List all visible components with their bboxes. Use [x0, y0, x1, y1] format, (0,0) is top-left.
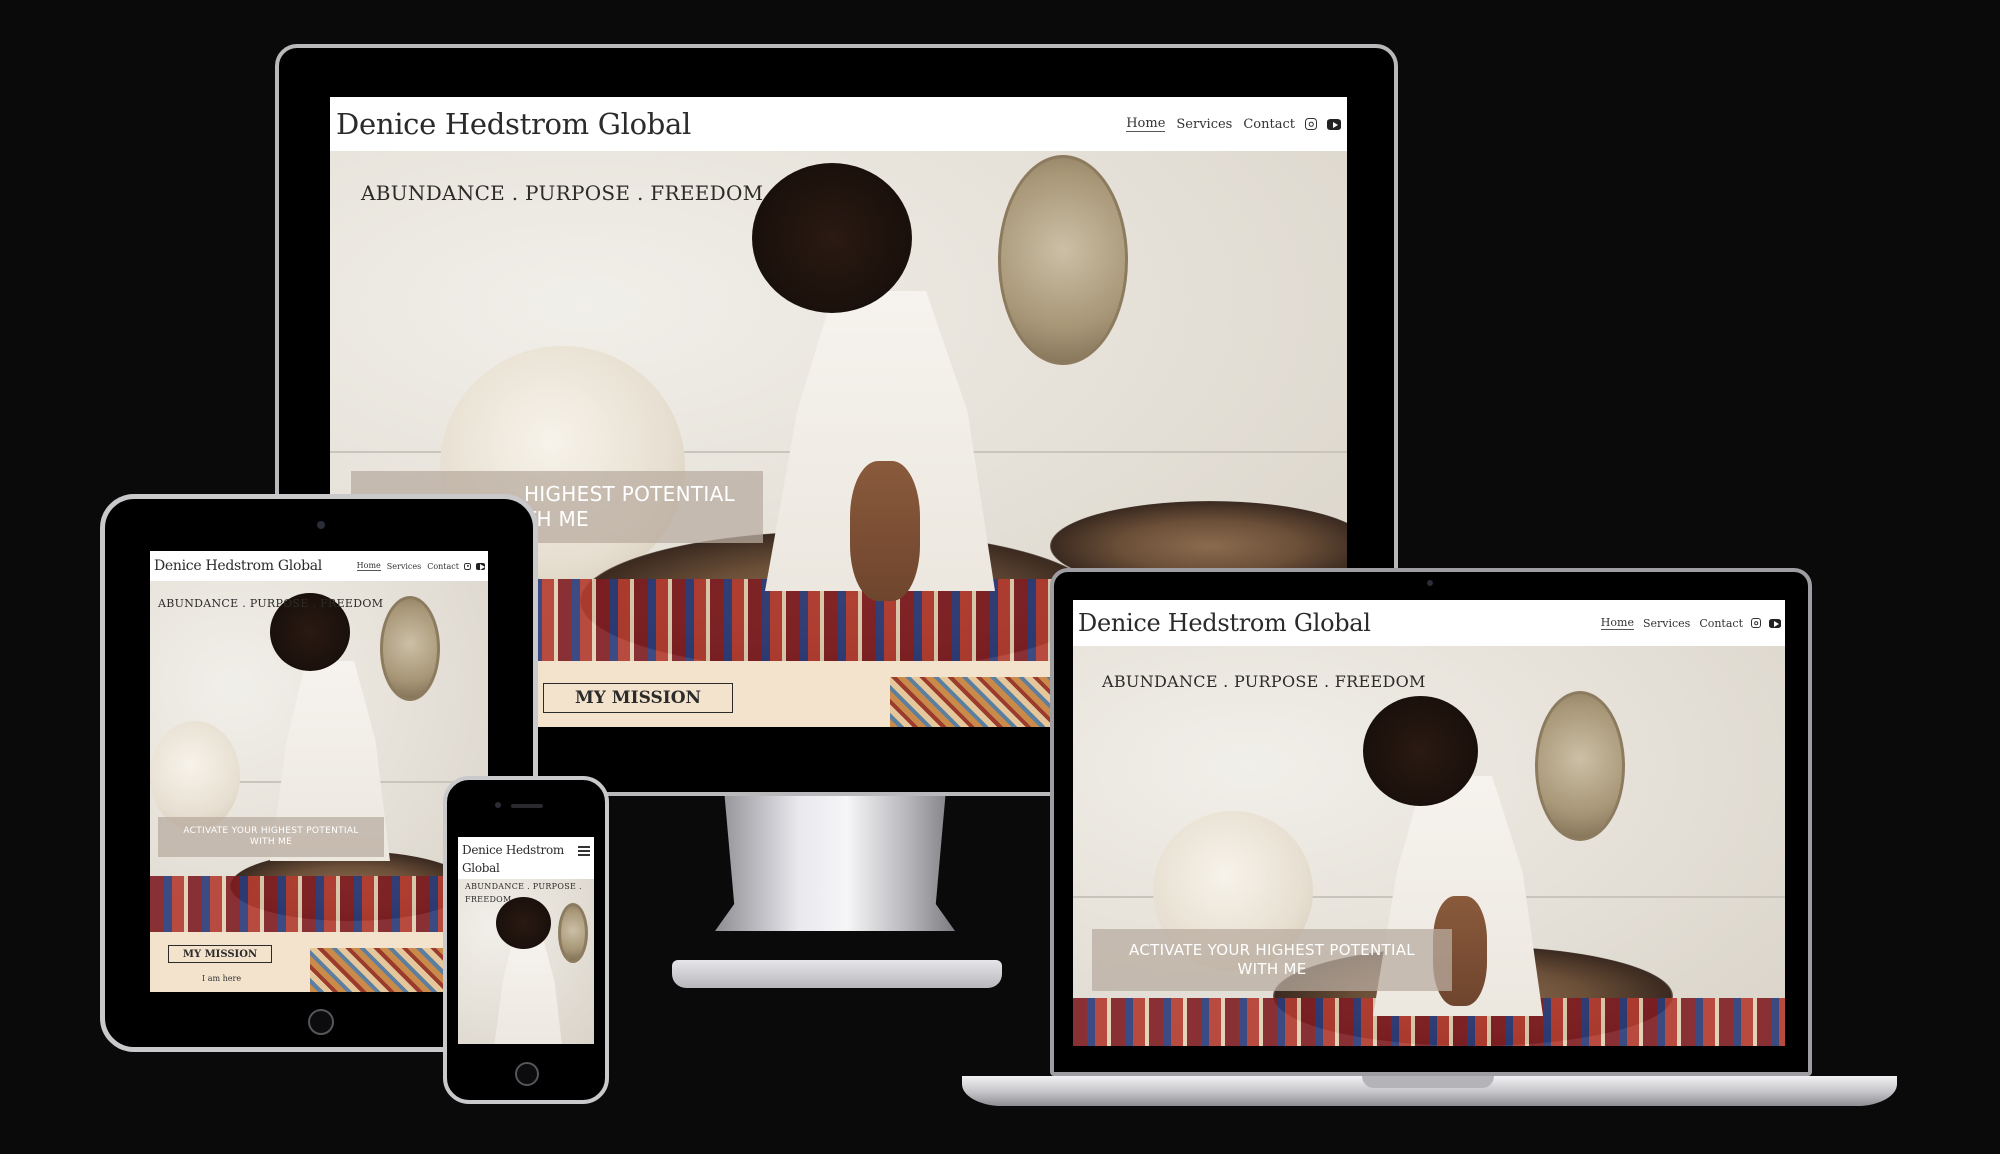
person-leg-image [850, 461, 920, 601]
phone-home-button[interactable] [515, 1062, 539, 1086]
main-nav: Home Services Contact [1600, 616, 1781, 630]
person-hair-image [752, 163, 912, 313]
nav-services[interactable]: Services [387, 562, 421, 571]
person-hair-image [1363, 696, 1478, 806]
site-logo-line2: Global [462, 861, 500, 875]
site-logo[interactable]: Denice Hedstrom Global [336, 107, 691, 141]
frame-drum-image [1535, 691, 1625, 841]
site-header: Denice Hedstrom Global Home Services Con… [150, 551, 488, 581]
nav-home[interactable]: Home [356, 561, 381, 571]
frame-drum-image [558, 903, 588, 963]
youtube-icon[interactable] [1327, 118, 1341, 130]
hero-image: ABUNDANCE . PURPOSE . FREEDOM [458, 879, 594, 1044]
frame-drum-image [998, 155, 1128, 365]
frame-drum-image [380, 596, 440, 701]
laptop-device: Denice Hedstrom Global Home Services Con… [1050, 568, 1812, 1076]
site-header: Denice Hedstrom Global Home Services Con… [1073, 600, 1785, 646]
hero-image: ABUNDANCE . PURPOSE . FREEDOM ACTIVATE Y… [1073, 646, 1785, 1046]
hero-image: ABUNDANCE . PURPOSE . FREEDOM ACTIVATE Y… [150, 581, 488, 932]
laptop-camera [1427, 580, 1433, 586]
youtube-icon[interactable] [476, 562, 485, 571]
nav-services[interactable]: Services [1643, 617, 1690, 630]
main-nav: Home Services Contact [356, 561, 485, 571]
phone-speaker [511, 804, 543, 808]
nav-home[interactable]: Home [1600, 616, 1634, 630]
hero-cta-line1: HIGHEST POTENTIAL [523, 482, 735, 506]
hero-cta[interactable]: ACTIVATE YOUR HIGHEST POTENTIAL WITH ME [1092, 929, 1452, 991]
hero-cta-line2: TH ME [523, 507, 589, 531]
instagram-icon[interactable] [1305, 118, 1317, 130]
imac-stand-foot [672, 960, 1002, 988]
site-header: Denice Hedstrom Global [458, 837, 594, 879]
tablet-camera [317, 521, 325, 529]
carpet-image [150, 875, 488, 932]
imac-stand-neck [715, 796, 955, 931]
laptop-screen: Denice Hedstrom Global Home Services Con… [1073, 600, 1785, 1046]
mission-section: MY MISSION I am here [150, 932, 488, 992]
hero-cta-line1: ACTIVATE YOUR HIGHEST POTENTIAL [183, 825, 359, 836]
instagram-icon[interactable] [1751, 618, 1761, 628]
my-mission-button[interactable]: MY MISSION [168, 945, 272, 963]
laptop-notch [1362, 1076, 1494, 1088]
site-header: Denice Hedstrom Global Home Services Con… [330, 97, 1347, 151]
nav-contact[interactable]: Contact [427, 562, 459, 571]
hero-cta[interactable]: ACTIVATE YOUR HIGHEST POTENTIAL WITH ME [158, 817, 384, 857]
nav-home[interactable]: Home [1126, 116, 1166, 132]
hero-tagline: ABUNDANCE . PURPOSE . FREEDOM [1102, 672, 1426, 691]
hero-tagline: ABUNDANCE . PURPOSE . FREEDOM [361, 181, 764, 205]
hero-cta-line1: ACTIVATE YOUR HIGHEST POTENTIAL [1129, 941, 1415, 960]
nav-services[interactable]: Services [1176, 117, 1232, 132]
site-logo[interactable]: Denice Hedstrom Global [462, 841, 564, 877]
site-logo-line1: Denice Hedstrom [462, 843, 564, 857]
tablet-home-button[interactable] [308, 1009, 334, 1035]
hero-tagline: ABUNDANCE . PURPOSE . FREEDOM [158, 597, 384, 610]
nav-contact[interactable]: Contact [1699, 617, 1743, 630]
nav-contact[interactable]: Contact [1243, 117, 1295, 132]
site-logo[interactable]: Denice Hedstrom Global [1078, 609, 1371, 637]
youtube-icon[interactable] [1769, 618, 1781, 628]
large-drum-image [150, 721, 240, 831]
my-mission-button[interactable]: MY MISSION [543, 683, 733, 713]
instagram-icon[interactable] [464, 562, 471, 570]
site-logo[interactable]: Denice Hedstrom Global [154, 558, 322, 574]
tablet-screen: Denice Hedstrom Global Home Services Con… [150, 551, 488, 992]
hamburger-menu-icon[interactable] [578, 846, 590, 856]
phone-screen: Denice Hedstrom Global ABUNDANCE . PURPO… [458, 837, 594, 1044]
person-hair-image [496, 897, 551, 949]
intro-text: I am here [202, 974, 242, 983]
hero-cta-line2: WITH ME [1237, 960, 1307, 978]
hero-cta-line2: WITH ME [249, 837, 293, 847]
person-dress-image [493, 934, 563, 1044]
hero-tagline-line2: FREEDOM [465, 895, 512, 904]
phone-device: Denice Hedstrom Global ABUNDANCE . PURPO… [443, 776, 609, 1104]
hero-tagline-line1: ABUNDANCE . PURPOSE . [465, 882, 582, 891]
phone-camera [495, 802, 501, 808]
main-nav: Home Services Contact [1126, 116, 1341, 132]
